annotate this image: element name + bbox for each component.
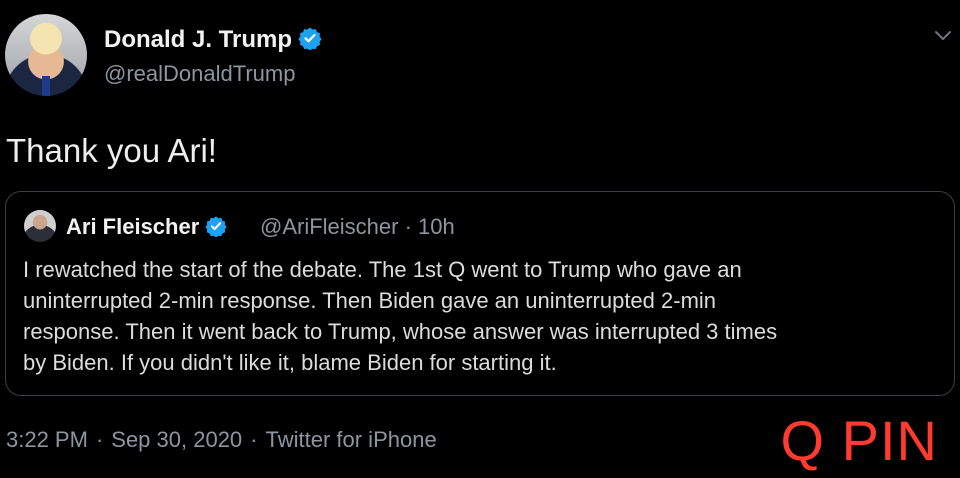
author-name-row[interactable]: Donald J. Trump [104, 26, 322, 57]
quoted-author-avatar [24, 210, 56, 242]
avatar-tie [42, 76, 50, 96]
meta-separator: · [95, 427, 104, 452]
quoted-author-handle-time: @AriFleischer · 10h [260, 214, 455, 239]
chevron-down-icon[interactable] [932, 24, 954, 46]
quoted-author-name-row: Ari Fleischer [66, 214, 227, 243]
tweet-text: Thank you Ari! [6, 132, 217, 169]
tweet-source[interactable]: Twitter for iPhone [266, 427, 437, 452]
author-name[interactable]: Donald J. Trump [104, 26, 292, 53]
quoted-tweet-line: response. Then it went back to Trump, wh… [23, 319, 778, 344]
quoted-tweet-line: uninterrupted 2-min response. Then Biden… [23, 288, 717, 313]
meta-separator: · [250, 427, 258, 452]
verified-badge-icon [205, 215, 227, 243]
author-handle[interactable]: @realDonaldTrump [104, 61, 295, 87]
quoted-author-name: Ari Fleischer [66, 214, 200, 239]
quoted-tweet-line: by Biden. If you didn't like it, blame B… [23, 350, 557, 375]
quoted-tweet-line: I rewatched the start of the debate. The… [23, 257, 742, 282]
verified-badge-icon [298, 26, 322, 57]
tweet-meta: 3:22 PM · Sep 30, 2020 · Twitter for iPhone [6, 427, 437, 453]
author-avatar[interactable] [5, 14, 87, 96]
tweet-time[interactable]: 3:22 PM [6, 427, 88, 452]
quoted-tweet-card[interactable]: Ari Fleischer @AriFleischer · 10h I rewa… [5, 191, 955, 396]
quoted-tweet-text: I rewatched the start of the debate. The… [23, 254, 943, 378]
tweet-date[interactable]: Sep 30, 2020 [111, 427, 242, 452]
watermark-text: Q PIN [780, 409, 938, 472]
